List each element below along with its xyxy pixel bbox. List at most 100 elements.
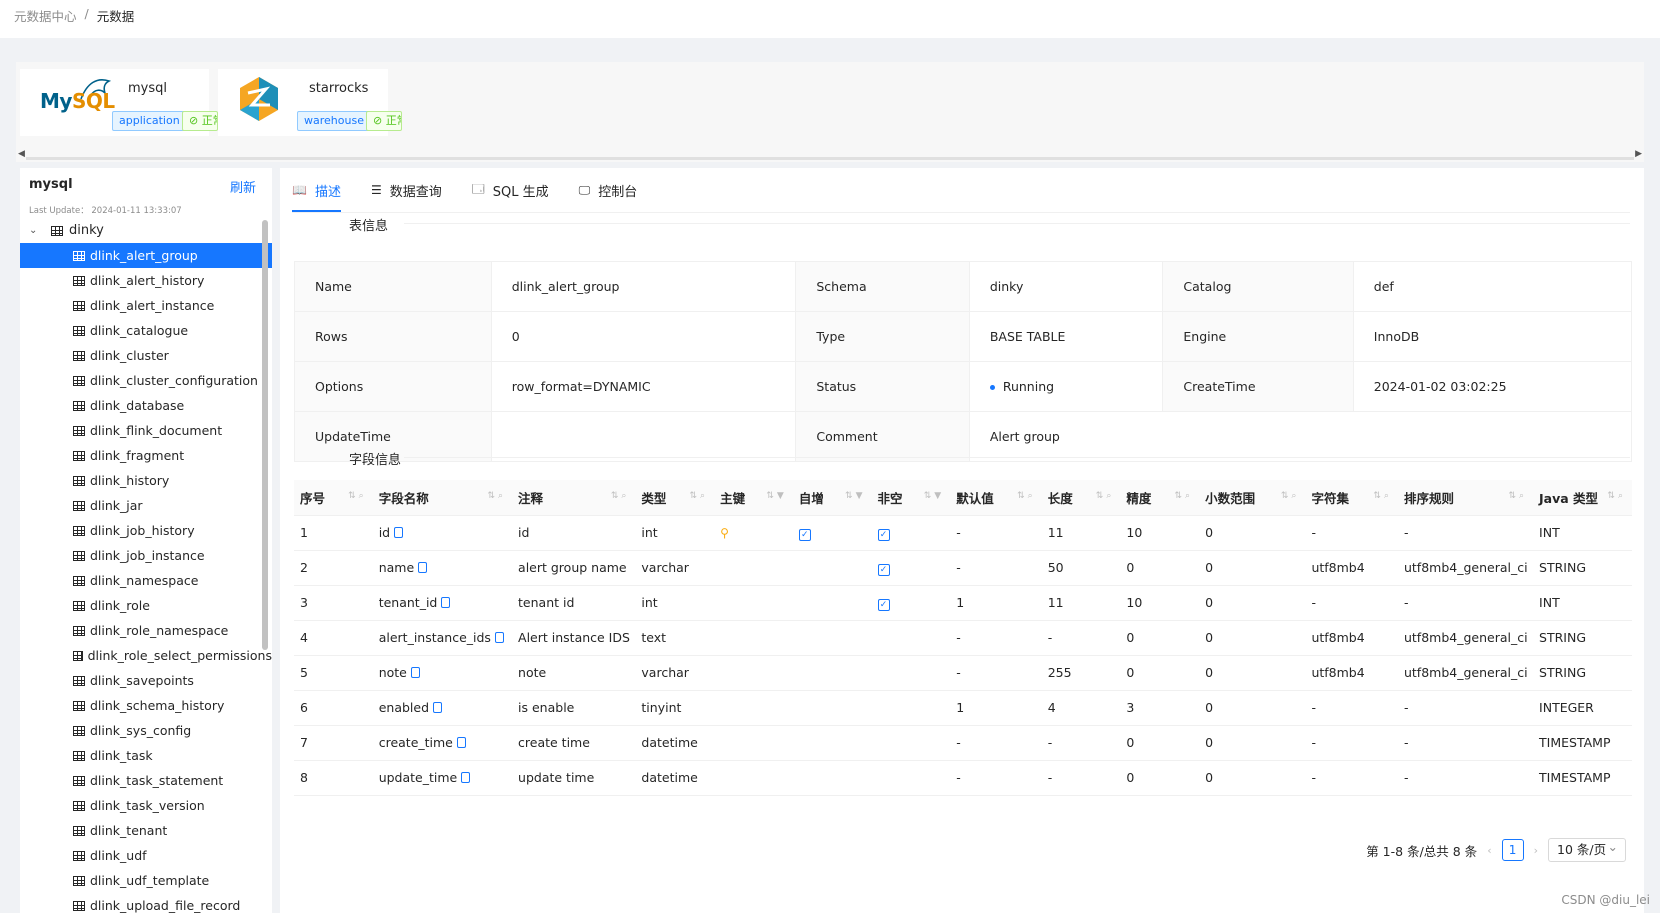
sort-filter-icon[interactable]: ⇅▼ bbox=[924, 491, 944, 501]
tab-console[interactable]: 🖵 控制台 bbox=[579, 168, 638, 212]
prev-page-icon[interactable]: ‹ bbox=[1487, 844, 1491, 857]
column-header[interactable]: 精度 ⇅⌕ bbox=[1120, 480, 1200, 516]
column-header[interactable]: 小数范围 ⇅⌕ bbox=[1199, 480, 1306, 516]
column-header[interactable]: 类型 ⇅⌕ bbox=[635, 480, 715, 516]
card-strip-scrollbar[interactable]: ◀ ▶ bbox=[16, 148, 1644, 160]
sort-search-icon[interactable]: ⇅⌕ bbox=[348, 491, 367, 501]
tree-item-table[interactable]: dlink_upload_file_record bbox=[20, 893, 272, 913]
cell-text: - bbox=[1311, 525, 1316, 540]
sort-search-icon[interactable]: ⇅⌕ bbox=[487, 491, 506, 501]
column-header[interactable]: 字段名称 ⇅⌕ bbox=[372, 480, 513, 516]
tree-item-table[interactable]: dlink_catalogue bbox=[20, 318, 272, 343]
cell-text: INTEGER bbox=[1539, 700, 1594, 715]
tree-node-database[interactable]: ⌄ dinky bbox=[20, 218, 272, 243]
next-page-icon[interactable]: › bbox=[1534, 844, 1538, 857]
copy-icon[interactable] bbox=[494, 632, 504, 643]
refresh-button[interactable]: 刷新 bbox=[230, 177, 256, 196]
column-header[interactable]: 字符集 ⇅⌕ bbox=[1305, 480, 1398, 516]
datasource-card-starrocks[interactable]: starrocks warehouse ⊘ 正常 bbox=[218, 69, 402, 136]
tree-item-table[interactable]: dlink_fragment bbox=[20, 443, 272, 468]
page-number-button[interactable]: 1 bbox=[1501, 839, 1524, 861]
sort-search-icon[interactable]: ⇅⌕ bbox=[1175, 491, 1194, 501]
tree-item-table[interactable]: dlink_sys_config bbox=[20, 718, 272, 743]
column-header[interactable]: 序号 ⇅⌕ bbox=[294, 480, 373, 516]
tree-item-table[interactable]: dlink_udf_template bbox=[20, 868, 272, 893]
sort-search-icon[interactable]: ⇅⌕ bbox=[690, 491, 709, 501]
tab-list[interactable]: ☰ 数据查询 bbox=[371, 168, 442, 212]
tree-item-table[interactable]: dlink_role_namespace bbox=[20, 618, 272, 643]
sort-search-icon[interactable]: ⇅⌕ bbox=[1017, 491, 1036, 501]
table-icon bbox=[73, 325, 85, 336]
sort-search-icon[interactable]: ⇅⌕ bbox=[1096, 491, 1115, 501]
scrollbar-track[interactable] bbox=[26, 157, 1634, 160]
column-header[interactable]: 非空 ⇅▼ bbox=[871, 480, 951, 516]
tree-item-table[interactable]: dlink_namespace bbox=[20, 568, 272, 593]
table-cell: tenant id bbox=[512, 585, 636, 621]
tree-item-table[interactable]: dlink_task_version bbox=[20, 793, 272, 818]
tab-sql[interactable]: 🗔 SQL 生成 bbox=[472, 168, 549, 212]
tab-book[interactable]: 📖 描述 bbox=[292, 168, 341, 212]
tree-item-table[interactable]: dlink_task_statement bbox=[20, 768, 272, 793]
table-cell: 0 bbox=[1199, 550, 1306, 586]
tree-item-table[interactable]: dlink_alert_history bbox=[20, 268, 272, 293]
tree-item-table[interactable]: dlink_flink_document bbox=[20, 418, 272, 443]
tree-item-table[interactable]: dlink_cluster bbox=[20, 343, 272, 368]
tree-item-table[interactable]: dlink_job_instance bbox=[20, 543, 272, 568]
column-header[interactable]: 自增 ⇅▼ bbox=[792, 480, 872, 516]
tree-item-table[interactable]: dlink_database bbox=[20, 393, 272, 418]
sidebar-scrollbar-thumb[interactable] bbox=[262, 220, 268, 650]
tab-label: SQL 生成 bbox=[492, 184, 549, 200]
tree-item-table[interactable]: dlink_jar bbox=[20, 493, 272, 518]
column-header[interactable]: 主键 ⇅▼ bbox=[714, 480, 793, 516]
tree-item-table[interactable]: dlink_role bbox=[20, 593, 272, 618]
column-header[interactable]: 排序规则 ⇅⌕ bbox=[1397, 480, 1534, 516]
tree-item-table[interactable]: dlink_schema_history bbox=[20, 693, 272, 718]
copy-icon[interactable] bbox=[441, 597, 451, 608]
tree-item-table[interactable]: dlink_savepoints bbox=[20, 668, 272, 693]
description-label: Name bbox=[294, 261, 492, 312]
tree-item-table[interactable]: dlink_role_select_permissions bbox=[20, 643, 272, 668]
tree-item-table[interactable]: dlink_alert_instance bbox=[20, 293, 272, 318]
tree-item-table[interactable]: dlink_cluster_configuration bbox=[20, 368, 272, 393]
cell-text: - bbox=[956, 525, 961, 540]
page-size-select[interactable]: 10 条/页 bbox=[1548, 836, 1626, 862]
tree-item-table[interactable]: dlink_job_history bbox=[20, 518, 272, 543]
scroll-right-icon[interactable]: ▶ bbox=[1635, 149, 1642, 159]
sort-search-icon[interactable]: ⇅⌕ bbox=[611, 491, 630, 501]
sort-search-icon[interactable]: ⇅⌕ bbox=[1281, 491, 1300, 501]
sidebar-header: mysql 刷新 Last Update： 2024-01-11 13:33:0… bbox=[20, 168, 272, 218]
copy-icon[interactable] bbox=[456, 737, 466, 748]
column-header[interactable]: 注释 ⇅⌕ bbox=[512, 480, 636, 516]
datasource-card-mysql[interactable]: MySQL mysql application ⊘ 正常 bbox=[20, 69, 218, 136]
tree-item-table[interactable]: dlink_task bbox=[20, 743, 272, 768]
tree-item-table[interactable]: dlink_history bbox=[20, 468, 272, 493]
scroll-left-icon[interactable]: ◀ bbox=[18, 149, 25, 159]
table-cell bbox=[871, 655, 951, 691]
cell-text: update_time bbox=[378, 770, 458, 785]
table-cell: varchar bbox=[635, 550, 715, 586]
cell-text: utf8mb4_general_ci bbox=[1403, 630, 1528, 645]
sort-filter-icon[interactable]: ⇅▼ bbox=[766, 491, 786, 501]
copy-icon[interactable] bbox=[394, 527, 404, 538]
column-header[interactable]: 长度 ⇅⌕ bbox=[1041, 480, 1121, 516]
table-icon bbox=[73, 650, 83, 661]
sort-filter-icon[interactable]: ⇅▼ bbox=[845, 491, 865, 501]
tree-item-table[interactable]: dlink_udf bbox=[20, 843, 272, 868]
column-header[interactable]: 默认值 ⇅⌕ bbox=[950, 480, 1042, 516]
chevron-down-icon[interactable]: ⌄ bbox=[29, 225, 41, 236]
copy-icon[interactable] bbox=[410, 667, 420, 678]
tree-item-table[interactable]: dlink_alert_group bbox=[20, 243, 272, 268]
sort-search-icon[interactable]: ⇅⌕ bbox=[1508, 491, 1527, 501]
sort-search-icon[interactable]: ⇅⌕ bbox=[1373, 491, 1392, 501]
copy-icon[interactable] bbox=[461, 772, 471, 783]
sort-search-icon[interactable]: ⇅⌕ bbox=[1607, 491, 1626, 501]
breadcrumb-root[interactable]: 元数据中心 bbox=[14, 6, 77, 25]
table-icon bbox=[73, 250, 85, 261]
column-header[interactable]: Java 类型 ⇅⌕ bbox=[1533, 480, 1632, 516]
table-name: dlink_udf_template bbox=[90, 873, 210, 888]
table-cell: TIMESTAMP bbox=[1533, 760, 1632, 796]
copy-icon[interactable] bbox=[433, 702, 443, 713]
copy-icon[interactable] bbox=[418, 562, 428, 573]
column-header-label: 长度 bbox=[1047, 490, 1073, 506]
tree-item-table[interactable]: dlink_tenant bbox=[20, 818, 272, 843]
